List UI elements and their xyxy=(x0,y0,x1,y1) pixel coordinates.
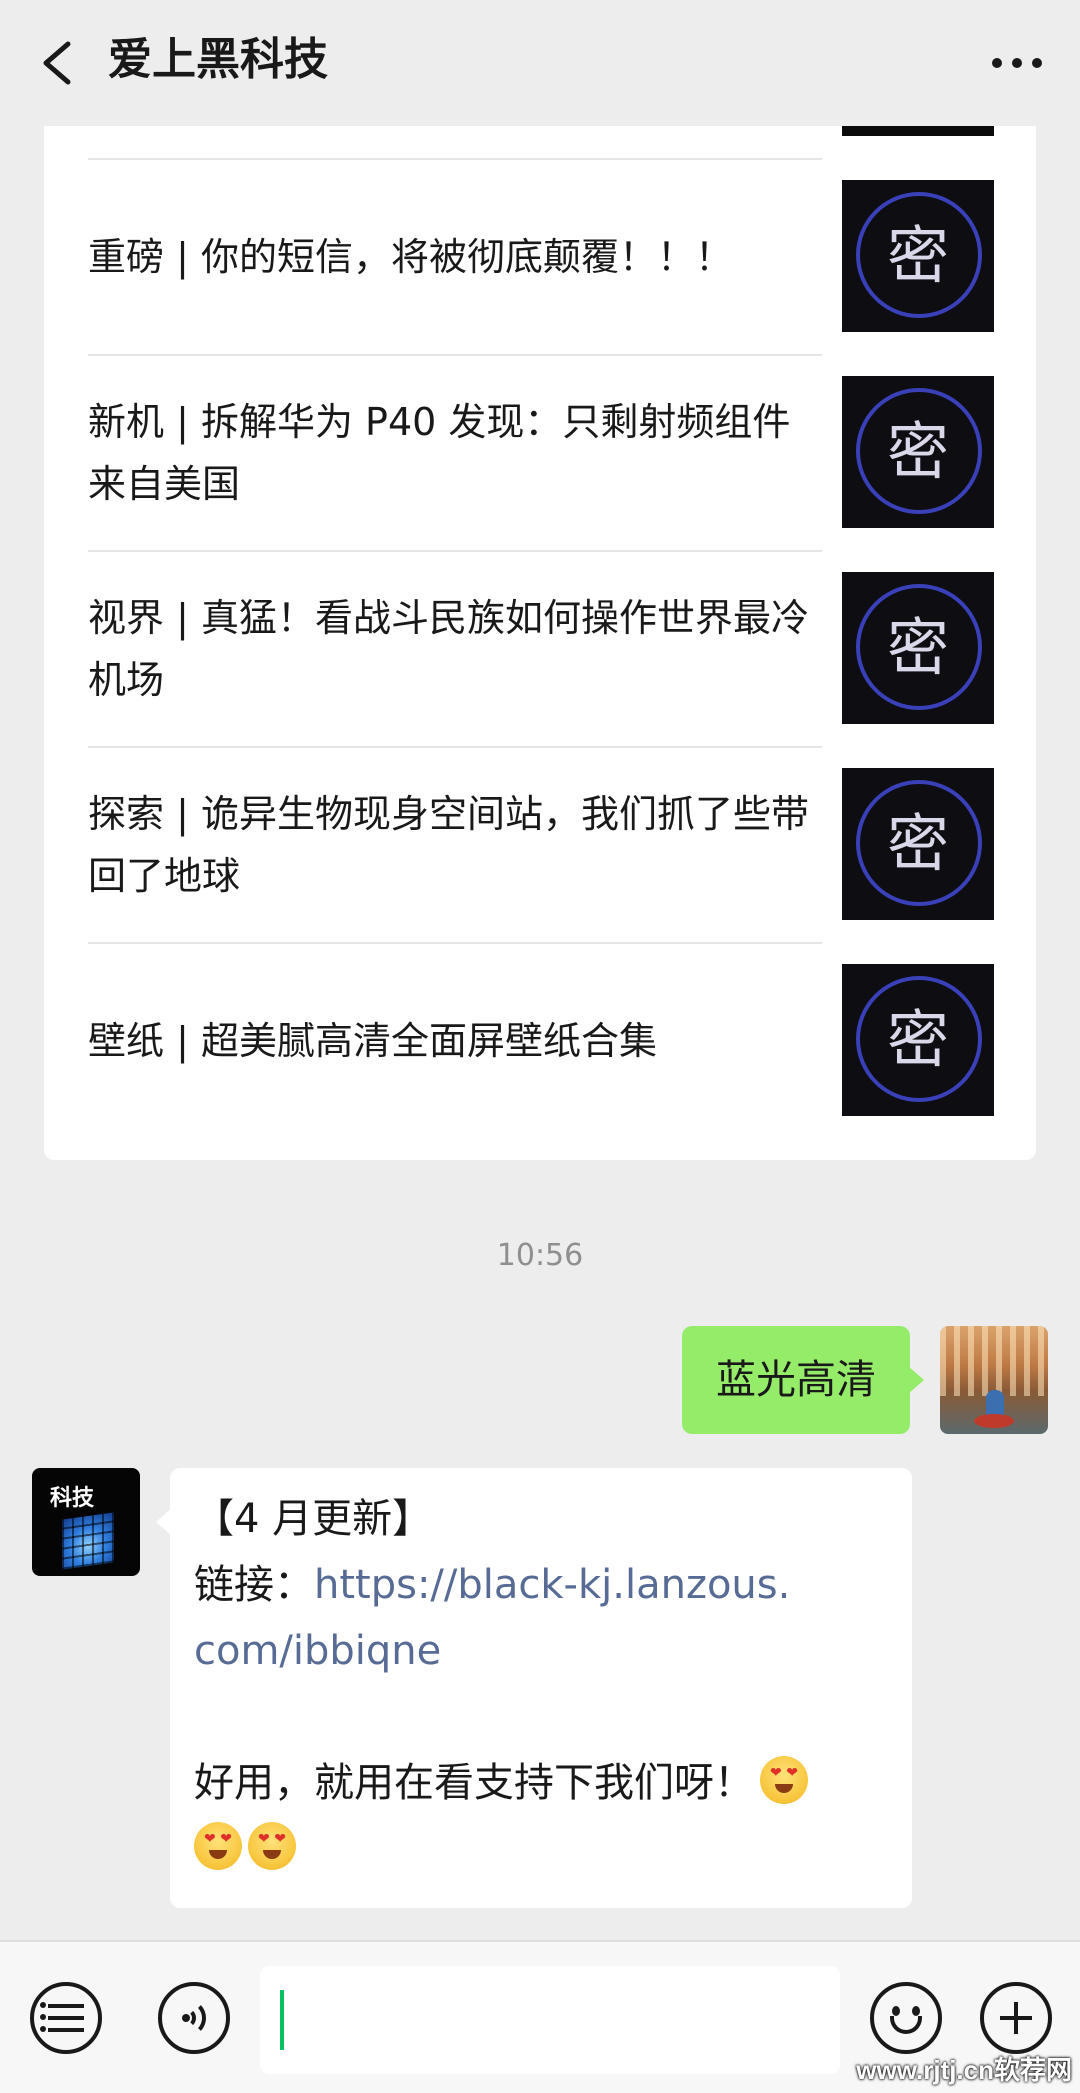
link-prefix: 链接： xyxy=(194,1562,314,1608)
avatar-brand-label: 科技 xyxy=(50,1486,95,1511)
voice-input-icon[interactable] xyxy=(158,1982,230,2054)
avatar-cube-logo xyxy=(62,1512,114,1570)
heart-eyes-emoji-icon xyxy=(760,1756,808,1804)
article-thumbnail[interactable]: 密 xyxy=(842,376,994,528)
chat-title: 爱上黑科技 xyxy=(108,34,328,85)
watermark: www.rjtj.cn软荐网 xyxy=(856,2055,1072,2085)
avatar-trees xyxy=(940,1326,1048,1396)
message-link[interactable]: https://black-kj.lanzous. xyxy=(314,1562,790,1608)
avatar-boat xyxy=(974,1414,1014,1428)
article-list-card: 重磅 | 你的短信，将被彻底颠覆！！！ 密 新机 | 拆解华为 P40 发现：只… xyxy=(44,100,1036,1160)
incoming-message-bubble[interactable]: 【4 月更新】 链接：https://black-kj.lanzous. com… xyxy=(156,1468,912,1908)
article-title[interactable]: 探索 | 诡异生物现身空间站，我们抓了些带回了地球 xyxy=(88,783,822,907)
message-link[interactable]: com/ibbiqne xyxy=(194,1618,888,1684)
more-actions-plus-icon[interactable] xyxy=(980,1982,1052,2054)
message-timestamp: 10:56 xyxy=(496,1238,584,1273)
article-item[interactable]: 视界 | 真猛！看战斗民族如何操作世界最冷机场 xyxy=(88,550,822,746)
heart-eyes-emoji-icon xyxy=(194,1822,242,1870)
article-title[interactable]: 壁纸 | 超美腻高清全面屏壁纸合集 xyxy=(88,1010,822,1072)
heart-eyes-emoji-icon xyxy=(248,1822,296,1870)
article-title[interactable]: 重磅 | 你的短信，将被彻底颠覆！！！ xyxy=(88,226,822,288)
article-item[interactable]: 探索 | 诡异生物现身空间站，我们抓了些带回了地球 xyxy=(88,746,822,942)
article-title[interactable]: 视界 | 真猛！看战斗民族如何操作世界最冷机场 xyxy=(88,587,822,711)
emoji-picker-icon[interactable] xyxy=(870,1982,942,2054)
article-item[interactable]: 重磅 | 你的短信，将被彻底颠覆！！！ xyxy=(88,158,822,354)
article-item[interactable]: 壁纸 | 超美腻高清全面屏壁纸合集 xyxy=(88,942,822,1138)
thumbnail-glyph: 密 xyxy=(886,807,949,880)
more-options-icon[interactable] xyxy=(992,54,1042,70)
article-thumbnail[interactable]: 密 xyxy=(842,768,994,920)
message-line: 【4 月更新】 xyxy=(194,1496,433,1542)
message-line xyxy=(194,1816,888,1882)
article-thumbnail[interactable]: 密 xyxy=(842,964,994,1116)
article-thumbnail[interactable]: 密 xyxy=(842,180,994,332)
text-caret xyxy=(280,1990,284,2050)
sender-avatar[interactable]: 科技 xyxy=(32,1468,140,1576)
back-arrow-icon[interactable] xyxy=(38,40,78,86)
user-avatar[interactable] xyxy=(940,1326,1048,1434)
message-line: 好用，就用在看支持下我们呀！ xyxy=(194,1750,888,1816)
outgoing-message-bubble[interactable]: 蓝光高清 xyxy=(682,1326,924,1434)
thumbnail-glyph: 密 xyxy=(886,219,949,292)
message-line: 链接：https://black-kj.lanzous. xyxy=(194,1552,888,1618)
message-text-input[interactable] xyxy=(260,1966,840,2074)
article-item[interactable]: 新机 | 拆解华为 P40 发现：只剩射频组件来自美国 xyxy=(88,354,822,550)
article-thumbnail[interactable]: 密 xyxy=(842,572,994,724)
thumbnail-glyph: 密 xyxy=(886,1003,949,1076)
message-text: 好用，就用在看支持下我们呀！ xyxy=(194,1760,754,1806)
thumbnail-glyph: 密 xyxy=(886,415,949,488)
article-title[interactable]: 新机 | 拆解华为 P40 发现：只剩射频组件来自美国 xyxy=(88,391,822,515)
thumbnail-glyph: 密 xyxy=(886,611,949,684)
menu-list-icon[interactable] xyxy=(30,1982,102,2054)
chat-header: 爱上黑科技 xyxy=(0,0,1080,126)
previous-article-thumbnail[interactable] xyxy=(842,126,994,136)
